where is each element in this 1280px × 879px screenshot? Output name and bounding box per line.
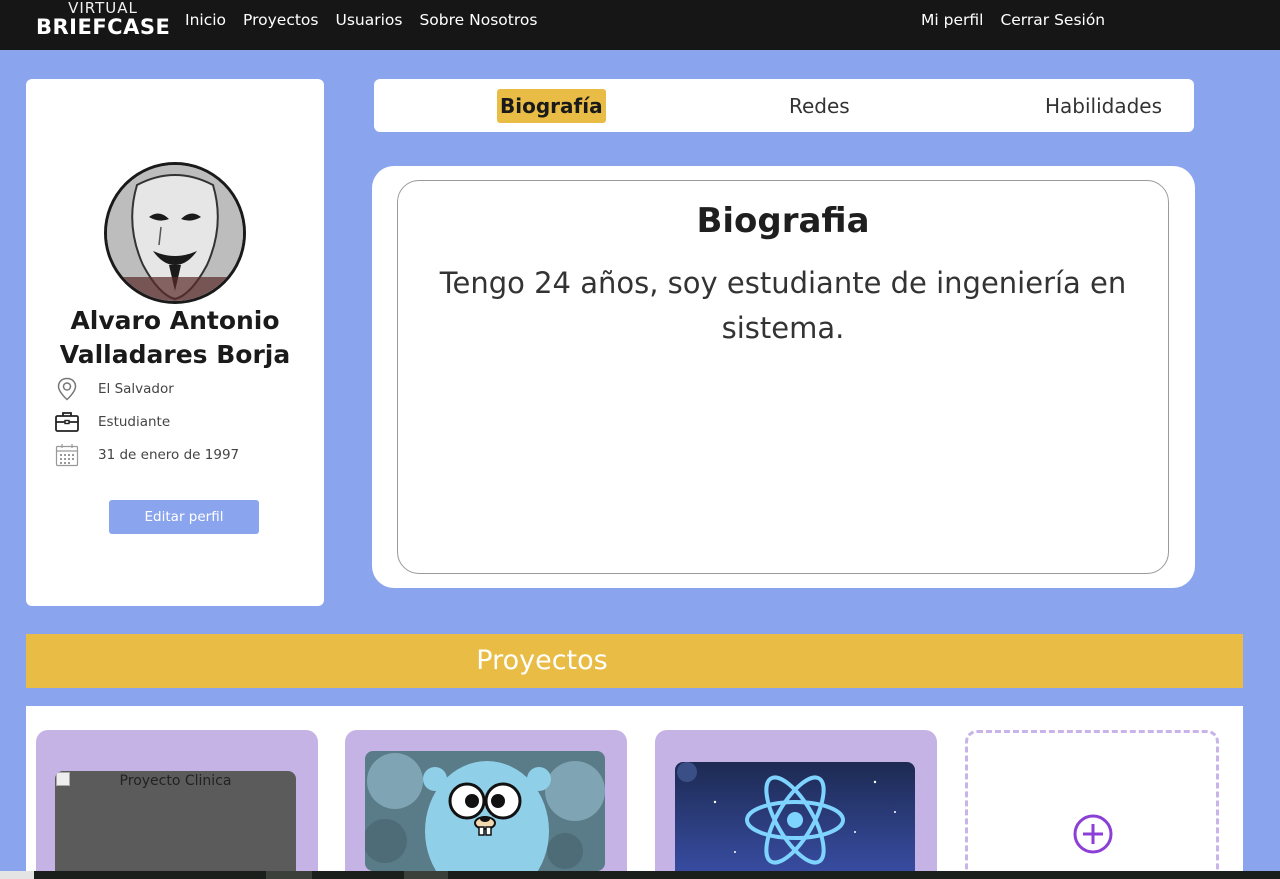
nav-link-sobre-nosotros[interactable]: Sobre Nosotros: [419, 11, 537, 29]
briefcase-icon: [54, 409, 80, 435]
tab-redes[interactable]: Redes: [786, 89, 853, 123]
mask-avatar-image: [107, 165, 243, 301]
tab-habilidades[interactable]: Habilidades: [1042, 89, 1165, 123]
project-card[interactable]: Proyecto Clinica: [36, 730, 318, 879]
bio-panel: Biografia Tengo 24 años, soy estudiante …: [372, 166, 1195, 588]
info-occupation: Estudiante: [54, 409, 170, 435]
nav-link-cerrar-sesion[interactable]: Cerrar Sesión: [1000, 11, 1105, 29]
info-birthdate: 31 de enero de 1997: [54, 442, 239, 468]
tabs-bar: Biografía Redes Habilidades: [374, 79, 1194, 132]
bio-title: Biografia: [696, 201, 870, 241]
taskbar-segment: [0, 871, 34, 879]
bio-box: Biografia Tengo 24 años, soy estudiante …: [397, 180, 1169, 574]
taskbar-strip: [0, 871, 1280, 879]
birthdate-text: 31 de enero de 1997: [98, 447, 240, 463]
project-card[interactable]: [655, 730, 937, 879]
occupation-text: Estudiante: [98, 414, 171, 430]
nav-links-left: Inicio Proyectos Usuarios Sobre Nosotros: [185, 11, 537, 29]
project-image-alt: Proyecto Clinica: [119, 773, 232, 789]
profile-name: Alvaro Antonio Valladares Borja: [59, 306, 291, 369]
tab-biografia[interactable]: Biografía: [497, 89, 606, 123]
project-card[interactable]: [345, 730, 627, 879]
taskbar-segment: [404, 871, 448, 879]
broken-image: Proyecto Clinica: [55, 771, 296, 879]
bio-text: Tengo 24 años, soy estudiante de ingenie…: [439, 266, 1127, 345]
projects-grid: Proyecto Clinica: [26, 706, 1243, 879]
nav-link-mi-perfil[interactable]: Mi perfil: [921, 11, 983, 29]
nav-link-usuarios[interactable]: Usuarios: [335, 11, 402, 29]
taskbar-segment: [266, 871, 312, 879]
projects-title: Proyectos: [476, 645, 608, 676]
edit-profile-button[interactable]: Editar perfil: [109, 500, 259, 534]
add-project-button[interactable]: [965, 730, 1219, 879]
location-text: El Salvador: [98, 381, 174, 397]
plus-circle-icon: [1073, 814, 1113, 854]
react-logo-image: [675, 762, 915, 879]
projects-banner: Proyectos: [26, 634, 1243, 688]
calendar-icon: [54, 442, 80, 468]
nav-links-right: Mi perfil Cerrar Sesión: [921, 11, 1105, 29]
nav-link-inicio[interactable]: Inicio: [185, 11, 226, 29]
go-gopher-image: [365, 751, 605, 871]
location-pin-icon: [54, 376, 80, 402]
brand-top-text: VIRTUAL: [68, 0, 138, 17]
avatar: [104, 162, 246, 304]
nav-link-proyectos[interactable]: Proyectos: [243, 11, 318, 29]
info-location: El Salvador: [54, 376, 174, 402]
brand-bottom-text: BRIEFCASE: [36, 15, 171, 39]
brand-logo[interactable]: VIRTUAL BRIEFCASE: [36, 1, 170, 38]
navbar: VIRTUAL BRIEFCASE Inicio Proyectos Usuar…: [0, 0, 1280, 50]
profile-card: Alvaro Antonio Valladares Borja El Salva…: [26, 79, 324, 606]
